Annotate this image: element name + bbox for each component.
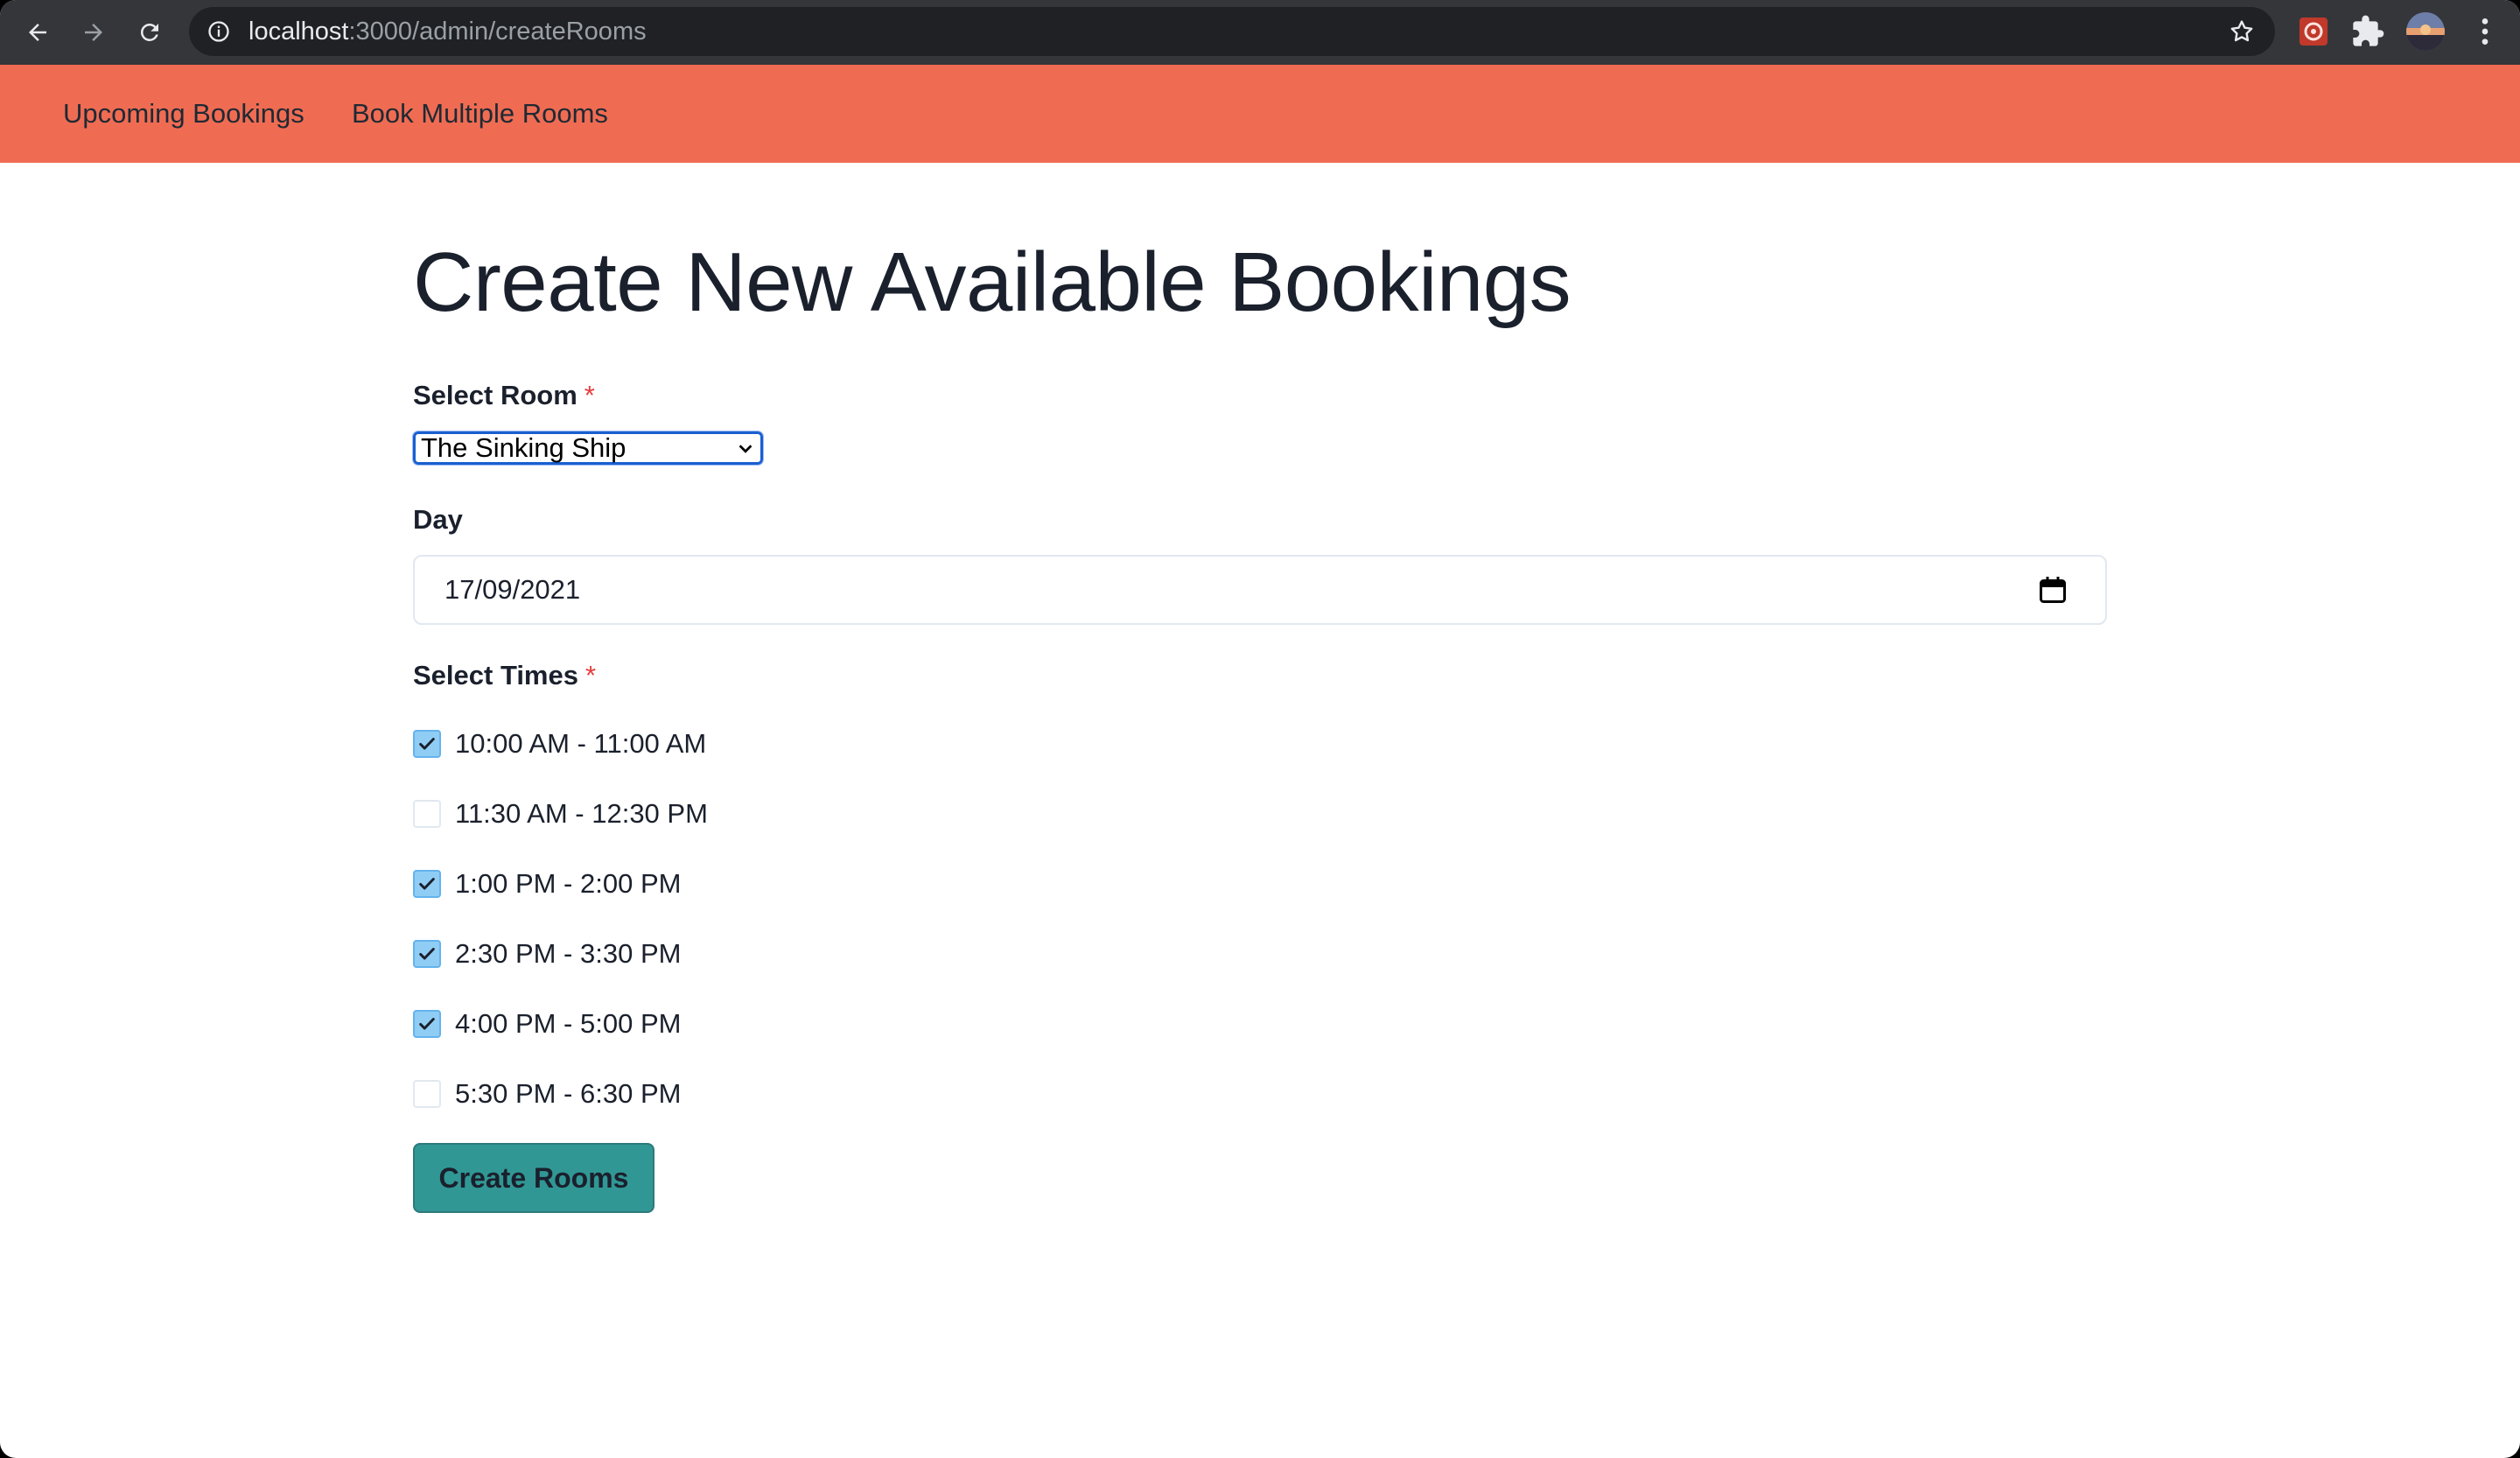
- required-asterisk: *: [584, 380, 595, 410]
- time-slot-label: 5:30 PM - 6:30 PM: [455, 1078, 682, 1109]
- browser-window: localhost:3000/admin/createRooms Upcomin…: [0, 0, 2520, 1458]
- create-rooms-button[interactable]: Create Rooms: [413, 1143, 654, 1213]
- times-label-text: Select Times: [413, 660, 578, 690]
- url-path: :3000/admin/createRooms: [348, 18, 647, 46]
- reload-icon[interactable]: [130, 12, 170, 53]
- times-label: Select Times *: [413, 660, 596, 691]
- time-slot-label: 2:30 PM - 3:30 PM: [455, 938, 682, 969]
- day-value: 17/09/2021: [444, 574, 581, 605]
- checkbox-checked[interactable]: [413, 730, 441, 758]
- profile-avatar[interactable]: [2406, 12, 2445, 51]
- room-label: Select Room *: [413, 380, 595, 411]
- checkbox-unchecked[interactable]: [413, 1080, 441, 1108]
- url-text[interactable]: localhost:3000/admin/createRooms: [248, 7, 647, 56]
- day-date-input[interactable]: 17/09/2021: [413, 555, 2107, 625]
- checkmark-icon: [419, 1018, 435, 1030]
- more-menu-icon[interactable]: [2468, 14, 2502, 49]
- checkmark-icon: [419, 738, 435, 750]
- browser-toolbar: localhost:3000/admin/createRooms: [0, 0, 2520, 65]
- room-label-text: Select Room: [413, 380, 578, 410]
- nav-link-book-multiple-rooms[interactable]: Book Multiple Rooms: [352, 65, 608, 163]
- back-arrow-icon[interactable]: [18, 12, 58, 53]
- address-bar[interactable]: localhost:3000/admin/createRooms: [189, 7, 2275, 56]
- url-host: localhost: [248, 18, 349, 46]
- puzzle-icon[interactable]: [2350, 14, 2385, 49]
- time-slot-label: 1:00 PM - 2:00 PM: [455, 868, 682, 899]
- checkbox-checked[interactable]: [413, 940, 441, 968]
- time-slot-label: 4:00 PM - 5:00 PM: [455, 1008, 682, 1039]
- page-title: Create New Available Bookings: [413, 235, 1572, 329]
- app-navbar: Upcoming Bookings Book Multiple Rooms: [0, 65, 2520, 163]
- room-select[interactable]: The Sinking Ship: [412, 431, 764, 466]
- forward-arrow-icon[interactable]: [74, 12, 114, 53]
- time-slot-label: 10:00 AM - 11:00 AM: [455, 728, 707, 759]
- room-select-value: The Sinking Ship: [421, 432, 626, 463]
- checkmark-icon: [419, 948, 435, 960]
- required-asterisk: *: [584, 660, 597, 690]
- checkmark-icon: [419, 878, 435, 890]
- star-icon[interactable]: [2228, 18, 2256, 46]
- info-icon[interactable]: [206, 19, 231, 44]
- chevron-down-icon: [738, 445, 752, 453]
- nav-link-upcoming-bookings[interactable]: Upcoming Bookings: [63, 65, 304, 163]
- time-slot-label: 11:30 AM - 12:30 PM: [455, 798, 708, 829]
- extension-icon[interactable]: [2296, 14, 2331, 49]
- checkbox-checked[interactable]: [413, 1010, 441, 1038]
- checkbox-unchecked[interactable]: [413, 800, 441, 828]
- checkbox-checked[interactable]: [413, 870, 441, 898]
- calendar-icon[interactable]: [2037, 574, 2068, 606]
- day-label: Day: [413, 504, 463, 535]
